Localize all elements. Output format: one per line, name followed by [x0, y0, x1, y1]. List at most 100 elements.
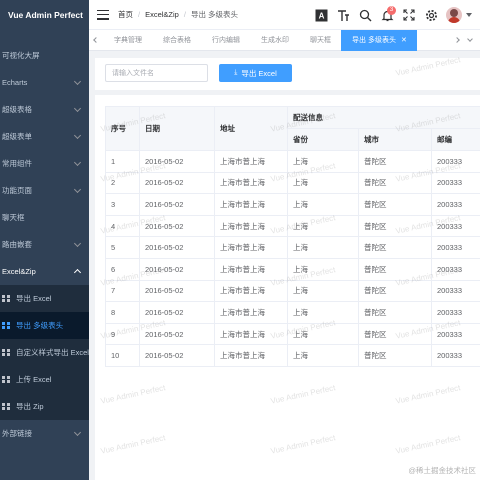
cell-date: 2016-05-02 — [139, 257, 215, 281]
table-row: 1 2016-05-02 上海市普上海 上海 普陀区 200333 — [105, 150, 480, 173]
download-icon: ⤓ — [234, 69, 238, 76]
submenu-item-custom-style-export[interactable]: 自定义样式导出 Excel — [0, 339, 89, 366]
cell-index: 5 — [105, 236, 140, 259]
table-row: 4 2016-05-02 上海市普上海 上海 普陀区 200333 — [105, 214, 480, 238]
cell-province: 上海 — [287, 301, 359, 324]
sidebar-item-excel-zip[interactable]: Excel&Zip — [0, 258, 89, 285]
caret-down-icon[interactable] — [466, 13, 472, 17]
submenu-item-export-multi-header[interactable]: 导出 多级表头 — [0, 312, 89, 339]
sidebar-item-label: 聊天框 — [2, 213, 25, 222]
tab-label: 字典管理 — [114, 37, 142, 44]
export-button-label: 导出 Excel — [241, 68, 277, 78]
chevron-down-icon — [73, 428, 82, 437]
header-index: 序号 — [105, 106, 140, 151]
cell-address: 上海市普上海 — [214, 236, 288, 259]
font-size-icon[interactable]: A — [310, 4, 332, 26]
cell-city: 普陀区 — [358, 171, 432, 195]
tabs-scroll-left-icon[interactable] — [89, 30, 103, 51]
breadcrumb-excel-zip[interactable]: Excel&Zip — [145, 10, 179, 19]
tab-export-multi-header[interactable]: 导出 多级表头 ✕ — [341, 29, 417, 51]
text-height-icon[interactable] — [332, 4, 354, 26]
cell-date: 2016-05-02 — [139, 150, 215, 173]
tab-label: 导出 多级表头 — [352, 37, 396, 44]
header-date: 日期 — [139, 106, 215, 151]
close-icon[interactable]: ✕ — [401, 36, 407, 44]
sidebar-item-components[interactable]: 常用组件 — [0, 150, 89, 177]
cell-province: 上海 — [287, 344, 359, 367]
top-header: 首页 / Excel&Zip / 导出 多级表头 A 3 — [89, 0, 480, 30]
submenu-item-label: 导出 Excel — [16, 294, 52, 303]
table-row: 6 2016-05-02 上海市普上海 上海 普陀区 200333 — [105, 257, 480, 281]
cell-province: 上海 — [287, 257, 359, 281]
header-city: 城市 — [358, 128, 432, 151]
sidebar-menu: 可视化大屏 Echarts 超级表格 超级表单 常用组件 功能页面 聊天框 路由… — [0, 42, 89, 447]
cell-province: 上海 — [287, 279, 359, 303]
header-tools: A 3 — [310, 0, 480, 30]
cell-address: 上海市普上海 — [214, 301, 288, 324]
notification-badge: 3 — [387, 6, 396, 15]
header-province: 省份 — [287, 128, 359, 151]
grid-icon — [2, 348, 10, 357]
cell-address: 上海市普上海 — [214, 257, 288, 281]
sidebar-item-dashboard[interactable]: 可视化大屏 — [0, 42, 89, 69]
app-logo[interactable]: Vue Admin Perfect — [0, 0, 89, 30]
breadcrumb-separator: / — [138, 10, 141, 19]
chevron-up-icon — [73, 268, 82, 277]
sidebar-item-super-table[interactable]: 超级表格 — [0, 96, 89, 123]
cell-date: 2016-05-02 — [139, 171, 215, 195]
submenu-item-export-excel[interactable]: 导出 Excel — [0, 285, 89, 312]
sidebar-item-label: 功能页面 — [2, 186, 32, 195]
tab-dictionary[interactable]: 字典管理 — [103, 30, 152, 51]
menu-toggle-icon[interactable] — [97, 9, 109, 20]
bell-icon[interactable]: 3 — [376, 4, 398, 26]
table-row: 9 2016-05-02 上海市普上海 上海 普陀区 200333 — [105, 322, 480, 346]
fullscreen-icon[interactable] — [398, 4, 420, 26]
sidebar-item-super-form[interactable]: 超级表单 — [0, 123, 89, 150]
header-address: 地址 — [214, 106, 288, 151]
submenu-item-upload-excel[interactable]: 上传 Excel — [0, 366, 89, 393]
sidebar-item-label: 外部链接 — [2, 429, 32, 438]
submenu-item-export-zip[interactable]: 导出 Zip — [0, 393, 89, 420]
toolbar-card: ⤓导出 Excel — [95, 58, 480, 90]
cell-zip: 200333 — [431, 150, 480, 173]
breadcrumb-separator: / — [183, 10, 186, 19]
sidebar-item-external-links[interactable]: 外部链接 — [0, 420, 89, 447]
cell-zip: 200333 — [431, 322, 480, 346]
settings-icon[interactable] — [420, 4, 442, 26]
breadcrumb-home[interactable]: 首页 — [118, 9, 133, 20]
cell-zip: 200333 — [431, 279, 480, 303]
cell-city: 普陀区 — [358, 193, 432, 216]
chevron-down-icon — [73, 104, 82, 113]
cell-city: 普陀区 — [358, 279, 432, 303]
chevron-down-icon — [73, 131, 82, 140]
tab-label: 聊天框 — [310, 37, 331, 44]
sidebar-item-label: 可视化大屏 — [2, 51, 40, 60]
export-excel-button[interactable]: ⤓ 导出 Excel — [219, 64, 292, 82]
tab-watermark[interactable]: 生成水印 — [250, 30, 299, 51]
cell-address: 上海市普上海 — [214, 150, 288, 173]
tab-composite-table[interactable]: 综合表格 — [152, 30, 201, 51]
sidebar-item-label: Echarts — [2, 78, 28, 87]
search-icon[interactable] — [354, 4, 376, 26]
cell-city: 普陀区 — [358, 236, 432, 259]
table-card: 序号 日期 地址 配送信息 省份 城市 邮编 1 2016-05-02 上海市普上海… — [95, 95, 480, 480]
sidebar-item-echarts[interactable]: Echarts — [0, 69, 89, 96]
cell-address: 上海市普上海 — [214, 344, 288, 367]
table-row: 7 2016-05-02 上海市普上海 上海 普陀区 200333 — [105, 279, 480, 303]
cell-index: 9 — [105, 322, 140, 346]
cell-province: 上海 — [287, 236, 359, 259]
data-table: 序号 日期 地址 配送信息 省份 城市 邮编 1 2016-05-02 上海市普上海… — [105, 106, 480, 367]
sidebar-item-nested-routes[interactable]: 路由嵌套 — [0, 231, 89, 258]
filename-input[interactable] — [105, 64, 208, 82]
table-row: 8 2016-05-02 上海市普上海 上海 普陀区 200333 — [105, 301, 480, 324]
tab-chat[interactable]: 聊天框 — [299, 30, 341, 51]
tabs-more-icon[interactable] — [464, 30, 476, 51]
tab-inline-edit[interactable]: 行内编辑 — [201, 30, 250, 51]
cell-province: 上海 — [287, 214, 359, 238]
sidebar-item-chat[interactable]: 聊天框 — [0, 204, 89, 231]
avatar[interactable] — [446, 7, 462, 23]
cell-zip: 200333 — [431, 171, 480, 195]
sidebar-item-feature-pages[interactable]: 功能页面 — [0, 177, 89, 204]
cell-province: 上海 — [287, 193, 359, 216]
tabs-scroll-right-icon[interactable] — [450, 30, 464, 51]
